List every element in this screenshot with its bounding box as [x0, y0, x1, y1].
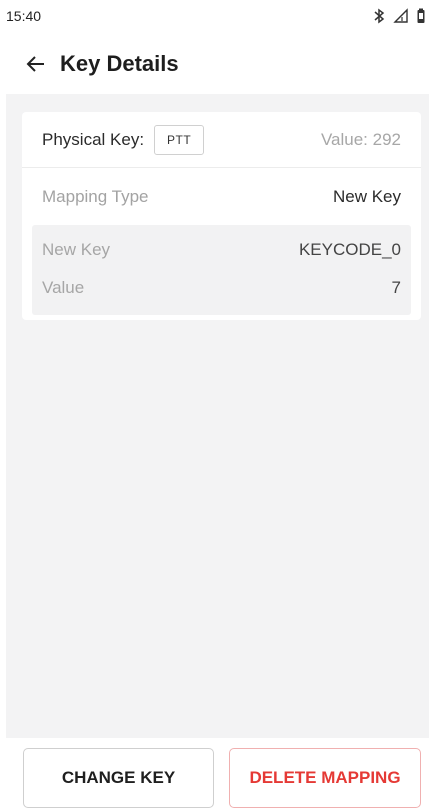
- status-icons: [373, 8, 425, 24]
- delete-mapping-button[interactable]: DELETE MAPPING: [229, 748, 421, 808]
- battery-icon: [417, 8, 425, 24]
- content-area: Physical Key: PTT Value: 292 Mapping Typ…: [6, 94, 429, 738]
- footer-actions: CHANGE KEY DELETE MAPPING: [0, 738, 429, 808]
- change-key-button[interactable]: CHANGE KEY: [23, 748, 214, 808]
- new-key-value: KEYCODE_0: [298, 240, 401, 259]
- new-key-label: New Key: [42, 240, 111, 259]
- physical-key-row: Physical Key: PTT Value: 292: [22, 112, 421, 168]
- arrow-left-icon[interactable]: [24, 52, 48, 76]
- bluetooth-icon: [373, 8, 385, 24]
- signal-icon: [393, 8, 409, 24]
- status-bar: 15:40: [0, 0, 429, 32]
- detail-row-new-key: New Key KEYCODE_0: [42, 231, 401, 269]
- mapping-details-box: New Key KEYCODE_0 Value 7: [32, 225, 411, 315]
- value-value: 7: [391, 278, 401, 297]
- mapping-type-label: Mapping Type: [42, 186, 149, 206]
- physical-key-chip: PTT: [154, 124, 205, 155]
- mapping-type-value: New Key: [332, 186, 401, 206]
- value-label: Value: [42, 278, 85, 297]
- status-time: 15:40: [6, 8, 42, 24]
- page-title: Key Details: [60, 51, 179, 76]
- detail-row-value: Value 7: [42, 269, 401, 307]
- physical-key-value: Value: 292: [320, 129, 401, 149]
- app-bar: Key Details: [0, 36, 429, 92]
- physical-key-label: Physical Key:: [42, 129, 145, 149]
- mapping-type-row: Mapping Type New Key: [22, 168, 421, 225]
- key-details-card: Physical Key: PTT Value: 292 Mapping Typ…: [22, 112, 421, 320]
